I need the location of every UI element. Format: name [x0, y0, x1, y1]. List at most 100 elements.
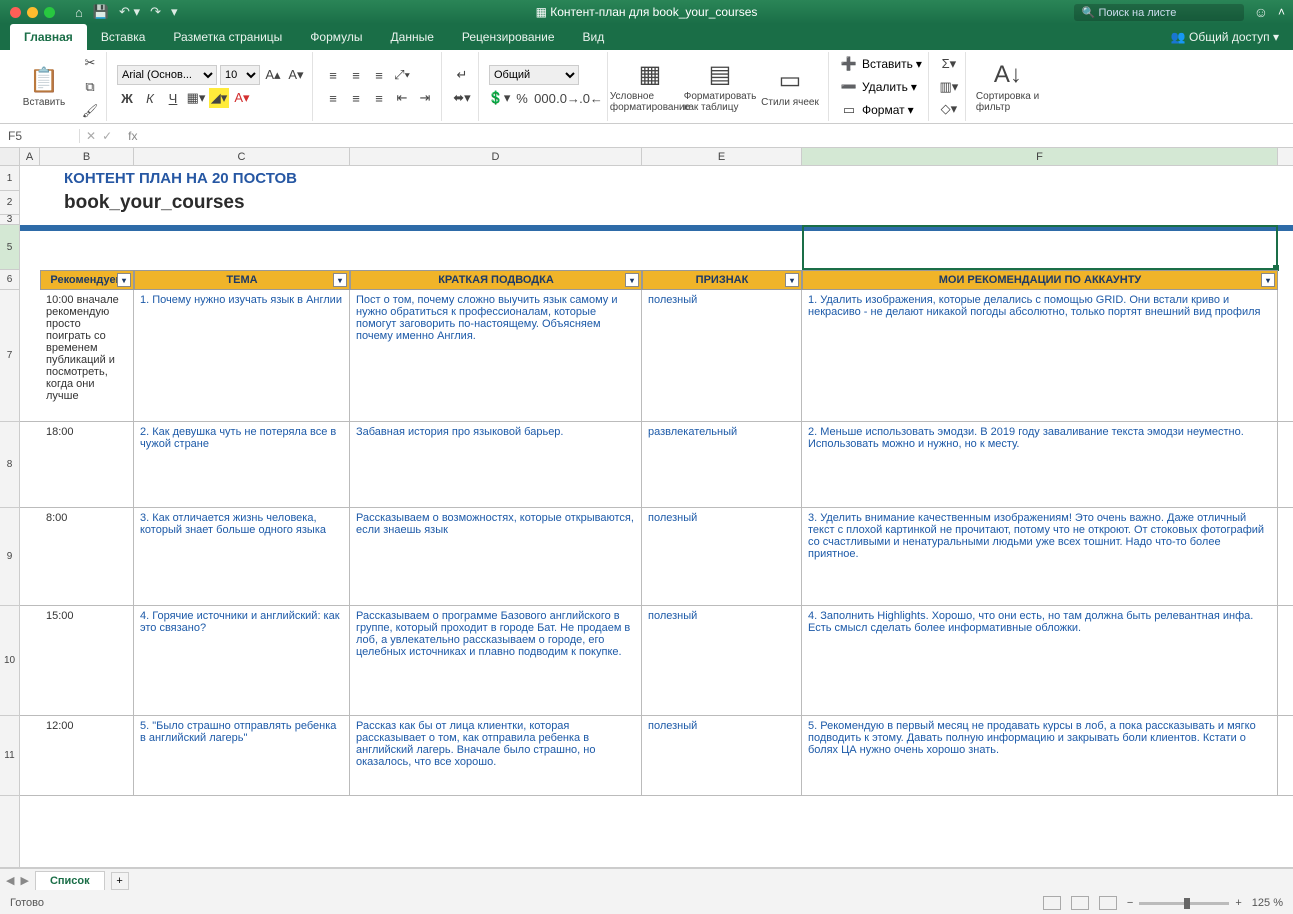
autosum-icon[interactable]: Σ▾ [939, 54, 959, 74]
filter-icon[interactable]: ▾ [117, 273, 131, 287]
tab-nav-first[interactable]: ◀ [6, 874, 14, 887]
align-middle-icon[interactable]: ≡ [346, 65, 366, 85]
cell-lead[interactable]: Забавная история про языковой барьер. [350, 422, 642, 507]
col-A[interactable]: A [20, 148, 40, 165]
cell-time[interactable]: 12:00 [40, 716, 134, 795]
col-C[interactable]: C [134, 148, 350, 165]
tab-page-layout[interactable]: Разметка страницы [159, 24, 296, 50]
font-name-select[interactable]: Arial (Основ... [117, 65, 217, 85]
zoom-out-icon[interactable]: − [1127, 897, 1133, 909]
thousands-icon[interactable]: 000 [535, 88, 555, 108]
delete-cells-icon[interactable]: ➖ [839, 77, 859, 97]
cell-time[interactable]: 18:00 [40, 422, 134, 507]
ribbon-toggle-icon[interactable]: ˄ [1278, 5, 1285, 19]
tab-formulas[interactable]: Формулы [296, 24, 376, 50]
tab-view[interactable]: Вид [569, 24, 619, 50]
tab-insert[interactable]: Вставка [87, 24, 160, 50]
close-window[interactable] [10, 7, 21, 18]
increase-font-icon[interactable]: A▴ [263, 65, 283, 85]
cell-theme[interactable]: 4. Горячие источники и английский: как э… [134, 606, 350, 715]
insert-cells-icon[interactable]: ➕ [839, 54, 859, 74]
row-7[interactable]: 7 [0, 290, 19, 422]
cell-tag[interactable]: полезный [642, 606, 802, 715]
confirm-formula-icon[interactable]: ✓ [102, 129, 112, 143]
feedback-icon[interactable]: ☺ [1254, 4, 1268, 20]
number-format-select[interactable]: Общий [489, 65, 579, 85]
header-theme[interactable]: ТЕМА▾ [134, 270, 350, 290]
filter-icon[interactable]: ▾ [785, 273, 799, 287]
zoom-window[interactable] [44, 7, 55, 18]
italic-button[interactable]: К [140, 88, 160, 108]
conditional-formatting-button[interactable]: ▦Условное форматирование [618, 54, 682, 119]
col-B[interactable]: B [40, 148, 134, 165]
header-reco[interactable]: МОИ РЕКОМЕНДАЦИИ ПО АККАУНТУ▾ [802, 270, 1278, 290]
row-9[interactable]: 9 [0, 508, 19, 606]
paste-button[interactable]: 📋 Вставить [12, 53, 76, 121]
fill-icon[interactable]: ▥▾ [939, 77, 959, 97]
sheet-tab-active[interactable]: Список [35, 871, 105, 890]
row-10[interactable]: 10 [0, 606, 19, 716]
cell-reco[interactable]: 4. Заполнить Highlights. Хорошо, что они… [802, 606, 1278, 715]
borders-button[interactable]: ▦▾ [186, 88, 206, 108]
qat-save-icon[interactable]: 💾 [93, 4, 109, 20]
align-center-icon[interactable]: ≡ [346, 88, 366, 108]
increase-decimal-icon[interactable]: .0→ [558, 88, 578, 108]
underline-button[interactable]: Ч [163, 88, 183, 108]
tab-data[interactable]: Данные [377, 24, 448, 50]
orientation-icon[interactable]: ⤢▾ [392, 65, 412, 85]
bold-button[interactable]: Ж [117, 88, 137, 108]
indent-increase-icon[interactable]: ⇥ [415, 88, 435, 108]
cell-lead[interactable]: Рассказ как бы от лица клиентки, которая… [350, 716, 642, 795]
indent-decrease-icon[interactable]: ⇤ [392, 88, 412, 108]
copy-icon[interactable]: ⧉ [80, 77, 100, 97]
subtitle-cell[interactable]: book_your_courses [64, 192, 245, 214]
delete-cells-label[interactable]: Удалить [862, 80, 908, 94]
name-box[interactable]: F5 [0, 129, 80, 143]
clear-icon[interactable]: ◇▾ [939, 99, 959, 119]
cell-time[interactable]: 8:00 [40, 508, 134, 605]
sheet-search[interactable]: 🔍 Поиск на листе [1074, 4, 1244, 21]
decrease-font-icon[interactable]: A▾ [286, 65, 306, 85]
view-normal-icon[interactable] [1043, 896, 1061, 910]
cell-lead[interactable]: Пост о том, почему сложно выучить язык с… [350, 290, 642, 421]
wrap-text-icon[interactable]: ↵ [452, 65, 472, 85]
decrease-decimal-icon[interactable]: .0← [581, 88, 601, 108]
share-button[interactable]: 👥 Общий доступ ▾ [1157, 24, 1293, 50]
font-size-select[interactable]: 10 [220, 65, 260, 85]
qat-undo-icon[interactable]: ↶ ▾ [119, 4, 140, 20]
tab-home[interactable]: Главная [10, 24, 87, 50]
title-cell[interactable]: КОНТЕНТ ПЛАН НА 20 ПОСТОВ [64, 170, 297, 187]
header-tag[interactable]: ПРИЗНАК▾ [642, 270, 802, 290]
cell-time[interactable]: 15:00 [40, 606, 134, 715]
cell-tag[interactable]: развлекательный [642, 422, 802, 507]
cell-lead[interactable]: Рассказываем о программе Базового англий… [350, 606, 642, 715]
select-all-cell[interactable] [0, 148, 20, 165]
view-page-layout-icon[interactable] [1071, 896, 1089, 910]
format-cells-label[interactable]: Формат [862, 103, 905, 117]
filter-icon[interactable]: ▾ [333, 273, 347, 287]
currency-icon[interactable]: 💲▾ [489, 88, 509, 108]
cell-tag[interactable]: полезный [642, 290, 802, 421]
col-F[interactable]: F [802, 148, 1278, 165]
filter-icon[interactable]: ▾ [625, 273, 639, 287]
cut-icon[interactable]: ✂ [80, 53, 100, 73]
qat-redo-icon[interactable]: ↷ [150, 4, 161, 20]
format-as-table-button[interactable]: ▤Форматировать как таблицу [688, 54, 752, 119]
fill-color-button[interactable]: ◢▾ [209, 88, 229, 108]
cell-theme[interactable]: 5. "Было страшно отправлять ребенка в ан… [134, 716, 350, 795]
row-1[interactable]: 1 [0, 166, 19, 191]
format-cells-icon[interactable]: ▭ [839, 100, 859, 120]
col-E[interactable]: E [642, 148, 802, 165]
format-painter-icon[interactable]: 🖌 [80, 101, 100, 121]
qat-home-icon[interactable]: ⌂ [75, 5, 83, 20]
row-8[interactable]: 8 [0, 422, 19, 508]
row-6[interactable]: 6 [0, 270, 19, 290]
align-top-icon[interactable]: ≡ [323, 65, 343, 85]
row-3[interactable]: 3 [0, 215, 19, 225]
cell-reco[interactable]: 1. Удалить изображения, которые делались… [802, 290, 1278, 421]
cell-styles-button[interactable]: ▭Стили ячеек [758, 54, 822, 119]
col-D[interactable]: D [350, 148, 642, 165]
header-time[interactable]: Рекомендуем▾ [40, 270, 134, 290]
tab-review[interactable]: Рецензирование [448, 24, 569, 50]
qat-more-icon[interactable]: ▾ [171, 4, 178, 20]
